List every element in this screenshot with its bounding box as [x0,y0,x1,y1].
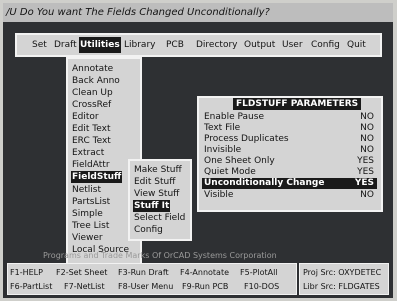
fieldstuff-item-config[interactable]: Config [133,224,164,236]
copyright-notice: Programs and Trade Marks Of OrCAD System… [43,251,277,260]
project-info: Proj Src: OXYDETEC Libr Src: FLDGATES [299,263,389,295]
param-value: YES [357,167,374,177]
param-label: Enable Pause [204,112,264,122]
fkey-f3-run-draft[interactable]: F3-Run Draft [118,266,169,279]
fkey-f5-plotall[interactable]: F5-PlotAll [240,266,278,279]
library-source: Libr Src: FLDGATES [303,282,380,291]
utilities-item-simple[interactable]: Simple [71,208,104,220]
param-row-enable-pause[interactable]: Enable Pause NO [202,112,377,123]
menu-pcb[interactable]: PCB [165,37,185,53]
fieldstuff-item-view-stuff[interactable]: View Stuff [133,188,180,200]
prompt-bar: /U Do You want The Fields Changed Uncond… [3,3,393,22]
param-value: NO [360,134,374,144]
param-label: Unconditionally Change [204,178,325,188]
utilities-item-crossref[interactable]: CrossRef [71,99,112,111]
param-row-unconditionally-change[interactable]: Unconditionally Change YES [202,178,377,189]
utilities-item-annotate[interactable]: Annotate [71,63,114,75]
menu-draft[interactable]: Draft [53,37,78,53]
param-label: Text File [204,123,241,133]
param-row-one-sheet-only[interactable]: One Sheet Only YES [202,156,377,167]
fkey-f1-help[interactable]: F1-HELP [10,266,43,279]
param-value: YES [354,178,374,188]
utilities-item-fieldstuff[interactable]: FieldStuff [71,171,123,183]
fieldstuff-menu: Make Stuff Edit Stuff View Stuff Stuff I… [128,159,192,241]
menu-quit[interactable]: Quit [346,37,367,53]
main-menubar: Set Draft Utilities Library PCB Director… [15,33,382,57]
menu-user[interactable]: User [281,37,304,53]
fieldstuff-item-select-field[interactable]: Select Field [133,212,186,224]
utilities-item-erc-text[interactable]: ERC Text [71,135,112,147]
fkey-f6-partlist[interactable]: F6-PartList [10,280,52,293]
parameters-title: FLDSTUFF PARAMETERS [233,98,362,110]
fieldstuff-item-edit-stuff[interactable]: Edit Stuff [133,176,176,188]
param-label: Visible [204,190,234,200]
utilities-item-fieldattr[interactable]: FieldAttr [71,159,111,171]
utilities-item-back-anno[interactable]: Back Anno [71,75,121,87]
fieldstuff-item-stuff-it[interactable]: Stuff It [133,200,171,212]
param-label: Invisible [204,145,242,155]
fkey-f10-dos[interactable]: F10-DOS [244,280,279,293]
param-row-invisible[interactable]: Invisible NO [202,145,377,156]
param-label: One Sheet Only [204,156,275,166]
param-row-text-file[interactable]: Text File NO [202,123,377,134]
utilities-item-partslist[interactable]: PartsList [71,196,111,208]
fkey-f4-annotate[interactable]: F4-Annotate [180,266,229,279]
menu-utilities[interactable]: Utilities [79,37,121,53]
param-row-process-duplicates[interactable]: Process Duplicates NO [202,134,377,145]
fldstuff-parameters-panel: FLDSTUFF PARAMETERS Enable Pause NO Text… [197,96,383,212]
menu-directory[interactable]: Directory [195,37,238,53]
menu-library[interactable]: Library [123,37,156,53]
menu-output[interactable]: Output [243,37,276,53]
param-value: YES [357,156,374,166]
utilities-item-editor[interactable]: Editor [71,111,100,123]
function-key-bar: F1-HELP F2-Set Sheet F3-Run Draft F4-Ann… [7,263,297,295]
fkey-f7-netlist[interactable]: F7-NetList [64,280,105,293]
param-row-quiet-mode[interactable]: Quiet Mode YES [202,167,377,178]
param-value: NO [360,112,374,122]
project-source: Proj Src: OXYDETEC [303,268,382,277]
param-value: NO [360,190,374,200]
utilities-item-tree-list[interactable]: Tree List [71,220,110,232]
utilities-item-edit-text[interactable]: Edit Text [71,123,112,135]
param-row-visible[interactable]: Visible NO [202,190,377,201]
fieldstuff-item-make-stuff[interactable]: Make Stuff [133,164,183,176]
fkey-f8-user-menu[interactable]: F8-User Menu [118,280,173,293]
param-value: NO [360,145,374,155]
param-label: Process Duplicates [204,134,289,144]
orcad-screen: /U Do You want The Fields Changed Uncond… [3,3,393,298]
fkey-f2-set-sheet[interactable]: F2-Set Sheet [56,266,107,279]
utilities-item-viewer[interactable]: Viewer [71,232,104,244]
menu-set[interactable]: Set [31,37,48,53]
param-value: NO [360,123,374,133]
utilities-item-clean-up[interactable]: Clean Up [71,87,114,99]
fkey-f9-run-pcb[interactable]: F9-Run PCB [182,280,228,293]
menu-config[interactable]: Config [310,37,341,53]
utilities-item-netlist[interactable]: Netlist [71,184,102,196]
utilities-item-extract[interactable]: Extract [71,147,105,159]
param-label: Quiet Mode [204,167,256,177]
